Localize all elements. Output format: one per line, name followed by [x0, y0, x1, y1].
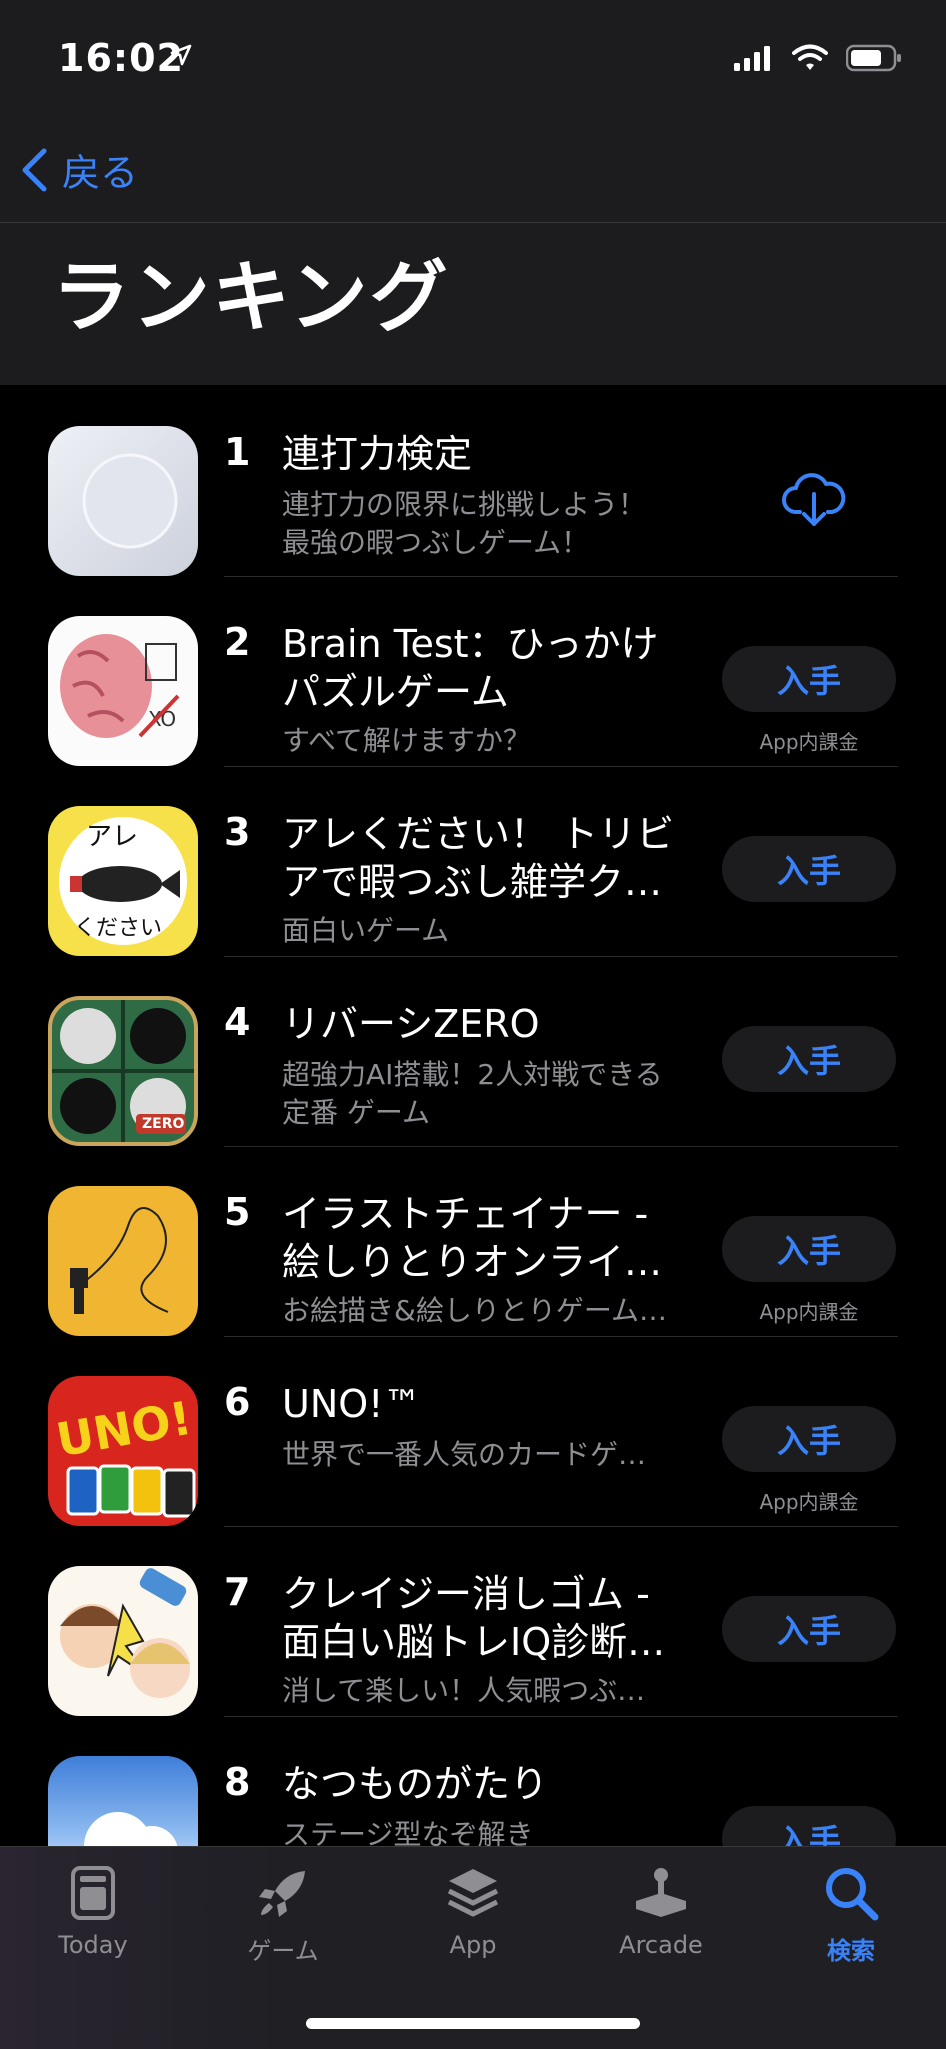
- app-name: リバーシZERO: [282, 1002, 540, 1046]
- app-name: Brain Test：ひっかけ パズルゲーム: [282, 622, 659, 714]
- app-icon-illust-chainer: [48, 1186, 198, 1336]
- tab-label: Today: [58, 1931, 128, 1959]
- app-subtitle: 世界で一番人気のカードゲ…: [282, 1438, 647, 1471]
- icon-badge-text: ZERO: [142, 1116, 185, 1132]
- tab-arcade[interactable]: Arcade: [576, 1865, 746, 1959]
- today-icon: [71, 1866, 115, 1920]
- app-name: アレください！ トリビ アで暇つぶし雑学ク…: [282, 812, 675, 904]
- list-item[interactable]: 5 イラストチェイナー - 絵しりとりオンライ… お絵描き&絵しりとりゲーム… …: [0, 1146, 946, 1337]
- app-icon-are-kudasai: アレ ください: [48, 806, 198, 956]
- sky-clouds-icon: [84, 1812, 178, 1846]
- app-subtitle: お絵描き&絵しりとりゲーム…: [282, 1294, 667, 1327]
- search-icon: [826, 1868, 879, 1921]
- app-icon-crazy-eraser: [48, 1566, 198, 1716]
- tab-search[interactable]: 検索: [766, 1865, 936, 1966]
- page-title: ランキング: [52, 253, 450, 343]
- tab-today[interactable]: Today: [8, 1865, 178, 1959]
- rank-number: 3: [224, 810, 251, 854]
- home-indicator: [306, 2018, 640, 2029]
- app-subtitle: 連打力の限界に挑戦しよう！ 最強の暇つぶしゲーム！: [282, 488, 647, 559]
- app-icon-reversi-zero: ZERO: [48, 996, 198, 1146]
- tab-label: App: [449, 1931, 497, 1959]
- joystick-icon: [636, 1868, 686, 1917]
- get-button[interactable]: 入手: [722, 1806, 896, 1846]
- app-subtitle: 面白いゲーム: [282, 914, 450, 947]
- get-button[interactable]: 入手: [722, 1216, 896, 1282]
- layers-icon: [447, 1869, 499, 1917]
- list-item[interactable]: UNO! 6 UNO!™ 世界で一番人気のカードゲ… 入手 App内課金: [0, 1336, 946, 1527]
- in-app-purchase-label: App内課金: [759, 1490, 859, 1514]
- download-cloud-icon[interactable]: [782, 472, 846, 528]
- list-item[interactable]: 1 連打力検定 連打力の限界に挑戦しよう！ 最強の暇つぶしゲーム！: [0, 386, 946, 577]
- app-name: 連打力検定: [282, 432, 473, 476]
- rank-number: 4: [224, 1000, 251, 1044]
- rocket-icon: [259, 1871, 305, 1917]
- characters-icon: [60, 1568, 190, 1698]
- tab-apps[interactable]: App: [388, 1865, 558, 1959]
- icon-text-bottom: ください: [74, 916, 163, 941]
- tab-label: 検索: [827, 1937, 875, 1965]
- in-app-purchase-label: App内課金: [759, 1300, 859, 1324]
- app-icon-uno: UNO!: [48, 1376, 198, 1526]
- wifi-icon: [792, 44, 828, 70]
- status-time: 16:02: [58, 36, 184, 80]
- app-subtitle: 消して楽しい！人気暇つぶ…: [282, 1674, 646, 1707]
- app-icon-natsumonogatari: [48, 1756, 198, 1846]
- tab-label: ゲーム: [247, 1937, 319, 1965]
- get-button[interactable]: 入手: [722, 1406, 896, 1472]
- battery-icon: [846, 44, 901, 72]
- get-button[interactable]: 入手: [722, 836, 896, 902]
- app-subtitle: 超強力AI搭載！2人対戦できる 定番 ゲーム: [282, 1058, 663, 1129]
- navigation-bar: 戻る: [0, 120, 946, 223]
- list-item[interactable]: アレ ください 3 アレください！ トリビ アで暇つぶし雑学ク… 面白いゲーム …: [0, 766, 946, 957]
- app-name: なつものがたり: [282, 1762, 549, 1806]
- app-name: イラストチェイナー - 絵しりとりオンライ…: [282, 1192, 663, 1284]
- app-icon-brain-test: XO: [48, 616, 198, 766]
- location-arrow-icon: [170, 44, 192, 66]
- brain-icon: XO: [60, 634, 180, 738]
- tab-label: Arcade: [619, 1931, 703, 1959]
- rank-number: 8: [224, 1760, 251, 1804]
- get-button[interactable]: 入手: [722, 1596, 896, 1662]
- cellular-signal-icon: [734, 46, 770, 71]
- in-app-purchase-label: App内課金: [759, 730, 859, 754]
- chevron-left-icon: [22, 148, 47, 191]
- icon-text-top: アレ: [86, 822, 139, 852]
- ranking-list: 1 連打力検定 連打力の限界に挑戦しよう！ 最強の暇つぶしゲーム！ XO 2 B…: [0, 386, 946, 1846]
- list-item[interactable]: ZERO 4 リバーシZERO 超強力AI搭載！2人対戦できる 定番 ゲーム 入…: [0, 956, 946, 1147]
- page-header: ランキング: [0, 223, 946, 385]
- list-item[interactable]: 7 クレイジー消しゴム - 面白い脳トレIQ診断… 消して楽しい！人気暇つぶ… …: [0, 1526, 946, 1717]
- rank-number: 1: [224, 430, 251, 474]
- back-button[interactable]: 戻る: [20, 142, 138, 197]
- rank-number: 6: [224, 1380, 251, 1424]
- back-label: 戻る: [62, 151, 139, 195]
- list-item[interactable]: 8 なつものがたり ステージ型なぞ解き 入手: [0, 1716, 946, 1846]
- tab-games[interactable]: ゲーム: [198, 1865, 368, 1966]
- get-button[interactable]: 入手: [722, 646, 896, 712]
- rank-number: 2: [224, 620, 251, 664]
- status-bar: 16:02: [0, 0, 946, 120]
- app-name: クレイジー消しゴム - 面白い脳トレIQ診断…: [282, 1572, 666, 1664]
- app-subtitle: すべて解けますか？: [282, 724, 531, 757]
- app-icon-renda: [48, 426, 198, 576]
- app-name: UNO!™: [282, 1382, 422, 1426]
- rank-number: 7: [224, 1570, 251, 1614]
- drawing-character-icon: [70, 1207, 169, 1314]
- app-subtitle: ステージ型なぞ解き: [282, 1818, 534, 1846]
- rank-number: 5: [224, 1190, 251, 1234]
- list-item[interactable]: XO 2 Brain Test：ひっかけ パズルゲーム すべて解けますか？ 入手…: [0, 576, 946, 767]
- get-button[interactable]: 入手: [722, 1026, 896, 1092]
- round-button-icon: [82, 453, 178, 549]
